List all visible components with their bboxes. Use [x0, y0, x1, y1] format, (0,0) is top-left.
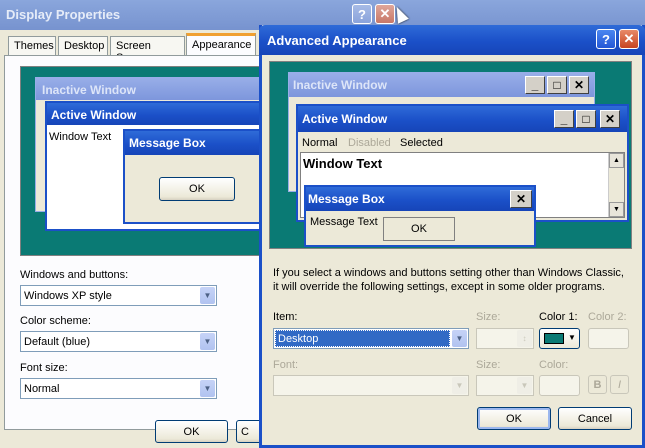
close-icon: ✕ [379, 6, 391, 21]
color2-picker[interactable] [588, 328, 629, 349]
chevron-down-icon: ▼ [452, 330, 467, 347]
preview-window-text: Window Text [49, 131, 112, 143]
tab-appearance[interactable]: Appearance [186, 33, 256, 56]
chevron-down-icon: ▼ [200, 287, 215, 304]
item-label: Item: [273, 311, 298, 323]
color1-picker[interactable]: ▼ [539, 328, 580, 349]
font-size-select[interactable]: Normal ▼ [20, 378, 217, 399]
adv-msgbox-text: Message Text [310, 216, 378, 228]
size-stepper[interactable]: ↕ [476, 328, 534, 349]
advanced-help-button[interactable]: ? [596, 29, 616, 49]
tab-screen-saver[interactable]: Screen Saver [110, 36, 185, 64]
adv-window-text: Window Text [303, 156, 383, 171]
font-label: Font: [273, 359, 299, 371]
chevron-down-icon: ▼ [200, 380, 215, 397]
adv-menu-selected: Selected [400, 137, 443, 149]
chevron-down-icon: ▼ [200, 333, 215, 350]
font-size-label: Font size: [20, 362, 68, 374]
size2-label: Size: [476, 359, 501, 371]
display-properties-title: Display Properties [6, 7, 121, 22]
adv-cancel-button[interactable]: Cancel [558, 407, 632, 430]
adv-ok-button[interactable]: OK [477, 407, 551, 430]
tab-themes[interactable]: Themes [8, 36, 56, 56]
help-icon: ? [602, 31, 610, 47]
color1-swatch [544, 333, 564, 344]
adv-scrollbar: ▲ ▼ [608, 153, 624, 217]
chevron-down-icon: ▼ [568, 333, 576, 342]
adv-preview-message-box: Message Box ✕ Message Text OK [304, 185, 536, 247]
color2-label: Color 2: [588, 311, 627, 323]
spin-icon: ↕ [517, 330, 532, 347]
adv-active-minimize: _ [554, 110, 574, 128]
advanced-titlebar[interactable]: Advanced Appearance ? ✕ [259, 25, 645, 55]
preview-msgbox-titlebar: Message Box [125, 131, 271, 155]
adv-inactive-close: ✕ [569, 76, 589, 94]
scroll-down-icon: ▼ [609, 202, 624, 217]
size-label: Size: [476, 311, 501, 323]
adv-info-text: If you select a windows and buttons sett… [273, 267, 624, 293]
preview-message-box: Message Box OK [123, 129, 273, 224]
font-select[interactable]: ▼ [273, 375, 469, 396]
preview-ok-button: OK [159, 177, 235, 201]
color-scheme-label: Color scheme: [20, 315, 91, 327]
adv-active-close: ✕ [600, 110, 620, 128]
preview-inactive-titlebar: Inactive Window [36, 78, 274, 100]
advanced-preview: Inactive Window _ □ ✕ Active Window _ □ … [269, 61, 632, 249]
windows-buttons-label: Windows and buttons: [20, 269, 129, 281]
item-select[interactable]: Desktop ▼ [273, 328, 469, 349]
tab-desktop[interactable]: Desktop [58, 36, 108, 56]
chevron-down-icon: ▼ [452, 377, 467, 394]
adv-msgbox-close: ✕ [510, 190, 532, 208]
adv-menu-disabled: Disabled [348, 137, 391, 149]
color-scheme-select[interactable]: Default (blue) ▼ [20, 331, 217, 352]
windows-buttons-select[interactable]: Windows XP style ▼ [20, 285, 217, 306]
italic-button[interactable]: I [610, 375, 629, 394]
help-button[interactable]: ? [352, 4, 372, 24]
appearance-preview: Inactive Window Active Window Window Tex… [20, 66, 285, 256]
advanced-close-button[interactable]: ✕ [619, 29, 639, 49]
advanced-title: Advanced Appearance [267, 33, 407, 48]
adv-msgbox-titlebar: Message Box [306, 187, 534, 211]
scroll-up-icon: ▲ [609, 153, 624, 168]
close-icon: ✕ [623, 31, 635, 46]
chevron-down-icon: ▼ [517, 377, 532, 394]
size2-select[interactable]: ▼ [476, 375, 534, 396]
color1-label: Color 1: [539, 311, 578, 323]
color-label: Color: [539, 359, 569, 371]
adv-inactive-minimize: _ [525, 76, 545, 94]
font-color-picker[interactable] [539, 375, 580, 396]
advanced-appearance-window: Advanced Appearance ? ✕ Inactive Window … [259, 25, 645, 448]
adv-inactive-maximize: □ [547, 76, 567, 94]
adv-menu-normal: Normal [302, 137, 338, 149]
adv-msgbox-ok: OK [383, 217, 455, 241]
close-button[interactable]: ✕ [375, 4, 395, 24]
display-ok-button[interactable]: OK [155, 420, 228, 443]
preview-active-titlebar: Active Window [47, 103, 283, 125]
bold-button[interactable]: B [588, 375, 607, 394]
adv-active-maximize: □ [576, 110, 596, 128]
